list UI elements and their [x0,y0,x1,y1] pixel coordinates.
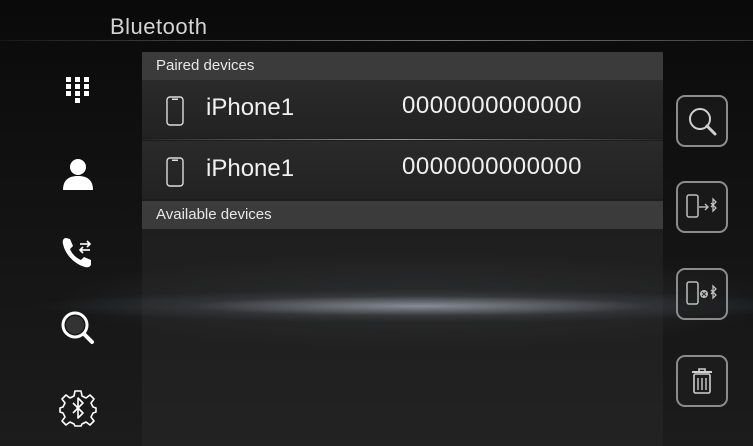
paired-device-row[interactable]: iPhone1 0000000000000 [142,80,663,138]
paired-device-row[interactable]: iPhone1 0000000000000 [142,141,663,199]
nav-contacts-button[interactable] [50,146,106,202]
paired-devices-header: Paired devices [142,52,663,80]
available-devices-header: Available devices [142,201,663,229]
nav-bluetooth-settings-button[interactable] [50,380,106,436]
contacts-icon [63,159,93,190]
phone-icon [166,96,184,131]
nav-call-history-button[interactable] [50,224,106,280]
row-divider [142,139,663,140]
device-name: iPhone1 [206,94,295,121]
nav-keypad-button[interactable] [50,62,106,118]
disconnect-device-button[interactable] [676,268,728,320]
bluetooth-settings-icon [59,390,97,427]
search-icon [61,311,94,344]
page-title: Bluetooth [110,14,208,39]
bluetooth-screen: Bluetooth Paired devices iPhone1 0000000… [0,0,753,446]
connect-device-icon [686,194,717,218]
search-devices-icon [689,108,717,136]
keypad-icon [66,77,89,103]
nav-search-button[interactable] [50,300,106,356]
delete-icon [692,368,712,394]
device-address: 0000000000000 [402,92,583,119]
device-name: iPhone1 [206,155,295,182]
disconnect-device-icon [686,281,717,305]
phone-icon [166,157,184,192]
delete-device-button[interactable] [676,355,728,407]
device-address: 0000000000000 [402,153,583,180]
call-history-icon [62,238,92,268]
connect-device-button[interactable] [676,181,728,233]
search-devices-button[interactable] [676,95,728,147]
